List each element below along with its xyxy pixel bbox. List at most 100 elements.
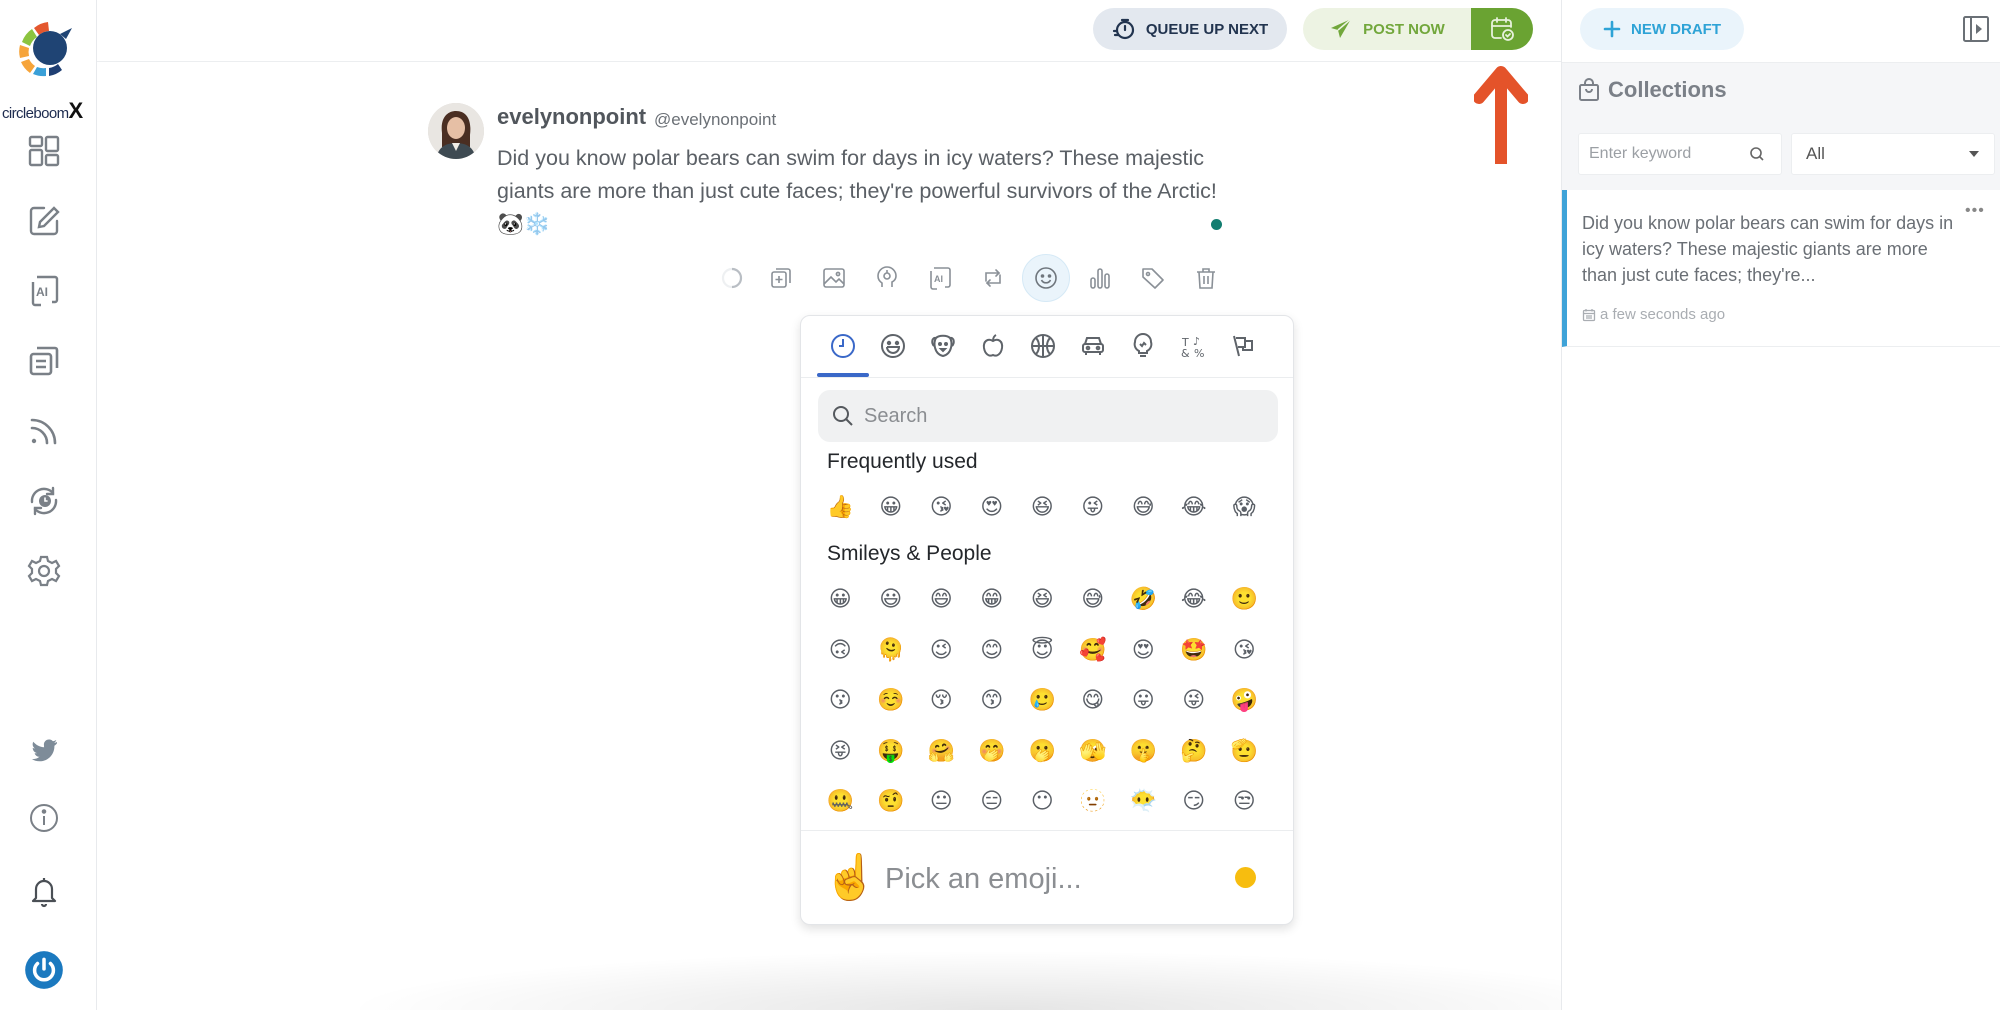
add-thread-button[interactable] — [761, 258, 801, 298]
emoji-item[interactable]: 😊 — [967, 625, 1018, 676]
add-poll-button[interactable] — [1080, 258, 1120, 298]
collection-filter-select[interactable]: All — [1791, 133, 1995, 175]
skin-tone-selector[interactable] — [1235, 867, 1256, 888]
emoji-item[interactable]: 😛 — [1118, 675, 1169, 726]
emoji-item[interactable]: 🤔 — [1169, 726, 1220, 777]
emoji-item[interactable]: 😏 — [1169, 776, 1220, 827]
emoji-item[interactable]: 🤐 — [815, 776, 866, 827]
emoji-item[interactable]: 😂 — [1169, 482, 1220, 533]
emoji-item[interactable]: 😘 — [1219, 625, 1270, 676]
emoji-item[interactable]: 🤣 — [1118, 574, 1169, 625]
emoji-item[interactable]: 😒 — [1219, 776, 1270, 827]
emoji-item[interactable]: 🤗 — [916, 726, 967, 777]
new-draft-button[interactable]: NEW DRAFT — [1580, 8, 1744, 50]
emoji-item[interactable]: 😅 — [1118, 482, 1169, 533]
post-text-editor[interactable]: Did you know polar bears can swim for da… — [497, 142, 1237, 241]
sidebar-item-dashboard[interactable] — [24, 131, 64, 171]
emoji-item[interactable]: 😘 — [916, 482, 967, 533]
keyword-input[interactable] — [1589, 145, 1749, 163]
emoji-category-flags[interactable] — [1225, 328, 1261, 364]
emoji-item[interactable]: 🙂 — [1219, 574, 1270, 625]
emoji-item[interactable]: 😑 — [967, 776, 1018, 827]
emoji-item[interactable]: 🤫 — [1118, 726, 1169, 777]
svg-text:%: % — [1194, 347, 1204, 360]
emoji-item[interactable]: 😶 — [1017, 776, 1068, 827]
emoji-item[interactable]: 🤑 — [866, 726, 917, 777]
ai-assist-button[interactable]: AI — [920, 258, 960, 298]
emoji-item[interactable]: 😆 — [1017, 482, 1068, 533]
emoji-item[interactable]: 😍 — [967, 482, 1018, 533]
sidebar-item-schedule[interactable] — [24, 481, 64, 521]
emoji-item[interactable]: 🤩 — [1169, 625, 1220, 676]
emoji-item[interactable]: 🤪 — [1219, 675, 1270, 726]
emoji-item[interactable]: 😱 — [1219, 482, 1270, 533]
emoji-item[interactable]: 😀 — [866, 482, 917, 533]
sidebar-item-twitter[interactable] — [24, 731, 64, 771]
emoji-item[interactable]: 🤭 — [967, 726, 1018, 777]
add-image-button[interactable] — [814, 258, 854, 298]
emoji-item[interactable]: 😃 — [866, 574, 917, 625]
emoji-item[interactable]: 🤨 — [866, 776, 917, 827]
emoji-item[interactable]: 😐 — [916, 776, 967, 827]
add-tag-button[interactable] — [1133, 258, 1173, 298]
emoji-item[interactable]: 😶‍🌫️ — [1118, 776, 1169, 827]
emoji-item[interactable]: 🫣 — [1068, 726, 1119, 777]
emoji-item[interactable]: 😂 — [1169, 574, 1220, 625]
emoji-item[interactable]: 😜 — [1169, 675, 1220, 726]
sidebar-item-notifications[interactable] — [24, 871, 64, 911]
delete-button[interactable] — [1186, 258, 1226, 298]
logo[interactable]: circleboomX — [0, 14, 97, 123]
emoji-item[interactable]: 😜 — [1068, 482, 1119, 533]
emoji-item[interactable]: 🫥 — [1068, 776, 1119, 827]
emoji-item[interactable]: 🥰 — [1068, 625, 1119, 676]
emoji-item[interactable]: 😇 — [1017, 625, 1068, 676]
keyword-search-field[interactable] — [1578, 133, 1782, 175]
panel-toggle-icon[interactable] — [1962, 14, 1990, 44]
emoji-item[interactable]: 😝 — [815, 726, 866, 777]
emoji-item[interactable]: 🫠 — [866, 625, 917, 676]
emoji-item[interactable]: 😉 — [916, 625, 967, 676]
emoji-category-smileys[interactable] — [875, 328, 911, 364]
post-now-button[interactable]: POST NOW — [1303, 8, 1471, 50]
draft-item[interactable]: Did you know polar bears can swim for da… — [1562, 190, 2000, 347]
emoji-item[interactable]: 😆 — [1017, 574, 1068, 625]
emoji-item[interactable]: 😀 — [815, 574, 866, 625]
emoji-item[interactable]: 😋 — [1068, 675, 1119, 726]
emoji-item[interactable]: 🫡 — [1219, 726, 1270, 777]
sidebar-item-compose[interactable] — [24, 201, 64, 241]
sidebar-item-rss[interactable] — [24, 411, 64, 451]
emoji-category-symbols[interactable]: T ♪ &% — [1175, 328, 1211, 364]
emoji-item[interactable]: 😍 — [1118, 625, 1169, 676]
emoji-search-field[interactable] — [818, 390, 1278, 442]
sidebar-item-ai-writer[interactable]: AI — [24, 271, 64, 311]
user-avatar[interactable] — [428, 103, 484, 159]
emoji-category-travel[interactable] — [1075, 328, 1111, 364]
sidebar-item-power[interactable] — [24, 950, 64, 990]
emoji-category-animals[interactable] — [925, 328, 961, 364]
emoji-item[interactable]: 🫢 — [1017, 726, 1068, 777]
sidebar-item-posts[interactable] — [24, 341, 64, 381]
draft-more-options[interactable]: ••• — [1965, 202, 1985, 220]
emoji-item[interactable]: 👍 — [815, 482, 866, 533]
emoji-item[interactable]: 😗 — [815, 675, 866, 726]
add-gif-button[interactable] — [867, 258, 907, 298]
retweet-button[interactable] — [973, 258, 1013, 298]
emoji-item[interactable]: 😚 — [916, 675, 967, 726]
emoji-category-objects[interactable] — [1125, 328, 1161, 364]
sidebar-item-settings[interactable] — [24, 551, 64, 591]
emoji-category-recent[interactable] — [825, 328, 861, 364]
emoji-item[interactable]: 😙 — [967, 675, 1018, 726]
sidebar-item-info[interactable] — [24, 798, 64, 838]
emoji-search-input[interactable] — [864, 404, 1244, 428]
schedule-button[interactable] — [1471, 8, 1533, 50]
emoji-item[interactable]: 😁 — [967, 574, 1018, 625]
emoji-category-food[interactable] — [975, 328, 1011, 364]
emoji-button[interactable] — [1022, 254, 1070, 302]
emoji-category-activity[interactable] — [1025, 328, 1061, 364]
emoji-item[interactable]: 🙃 — [815, 625, 866, 676]
queue-up-next-button[interactable]: QUEUE UP NEXT — [1093, 8, 1287, 50]
emoji-item[interactable]: ☺️ — [866, 675, 917, 726]
emoji-item[interactable]: 😅 — [1068, 574, 1119, 625]
emoji-item[interactable]: 😄 — [916, 574, 967, 625]
emoji-item[interactable]: 🥲 — [1017, 675, 1068, 726]
